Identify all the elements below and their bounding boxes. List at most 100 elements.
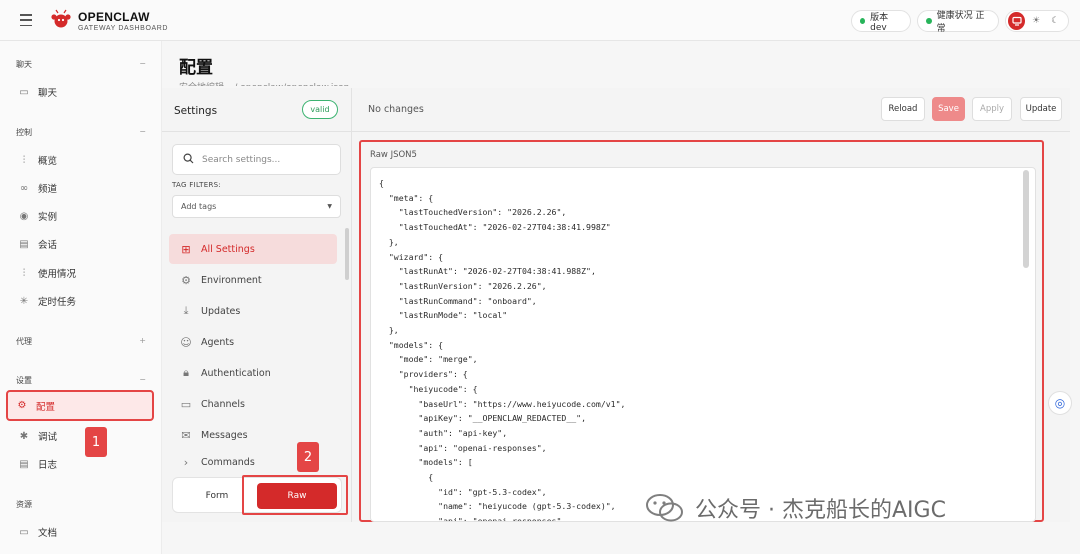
bug-icon: ✱	[19, 430, 29, 442]
section-title: 设置	[16, 376, 32, 385]
watermark-text: 公众号 · 杰克船长的AIGC	[695, 498, 946, 523]
settings-panel: Settings valid Search settings... TAG FI…	[162, 88, 352, 522]
collapse-toggle[interactable]: −	[139, 375, 146, 386]
section-agents[interactable]: ☺ Agents	[169, 327, 337, 357]
sidebar-item-label: 概览	[38, 156, 58, 167]
caret-down-icon: ▼	[327, 203, 332, 210]
section-chat: 聊天 −	[16, 59, 146, 70]
section-title: 代理	[16, 337, 32, 346]
section-label: Messages	[201, 429, 248, 441]
watermark: 公众号 · 杰克船长的AIGC	[645, 492, 946, 524]
assistant-float-icon[interactable]: ◎	[1048, 391, 1072, 415]
section-all-settings[interactable]: ⊞ All Settings	[169, 234, 337, 264]
expand-toggle[interactable]: +	[139, 336, 146, 347]
lock-icon: 🔒︎	[183, 366, 189, 379]
brand-subtitle: GATEWAY DASHBOARD	[78, 25, 169, 32]
bot-icon: ☺	[180, 335, 192, 349]
sidebar-item-instances[interactable]: ◉ 实例	[10, 203, 152, 229]
collapse-toggle[interactable]: −	[139, 127, 146, 138]
sections-scrollbar[interactable]	[345, 228, 349, 280]
chat-bubble-icon: ▭	[180, 397, 192, 411]
gear-icon: ⚙	[17, 400, 27, 411]
sidebar-item-label: 使用情况	[38, 269, 77, 280]
tag-select[interactable]: Add tags ▼	[172, 195, 341, 218]
sidebar-item-docs[interactable]: ▭ 文档	[10, 519, 152, 545]
save-button[interactable]: Save	[932, 97, 965, 121]
link-icon: ∞	[19, 182, 29, 194]
health-label: 健康状况 正常	[936, 11, 985, 34]
sidebar-item-debug[interactable]: ✱ 调试	[10, 423, 152, 449]
section-control: 控制 −	[16, 127, 146, 138]
mail-icon: ✉	[181, 428, 191, 442]
bar-chart-icon: ⫶	[22, 267, 26, 279]
sidebar-item-label: 聊天	[38, 88, 58, 99]
menu-icon[interactable]	[18, 12, 34, 28]
section-title: 资源	[16, 500, 32, 509]
document-icon: ▤	[19, 238, 29, 250]
raw-json-editor[interactable]: { "meta": { "lastTouchedVersion": "2026.…	[370, 167, 1036, 522]
sidebar-item-overview[interactable]: ⫶ 概览	[10, 147, 152, 173]
settings-header: Settings valid	[162, 88, 352, 132]
moon-icon[interactable]: ☾	[1047, 12, 1064, 30]
monitor-icon[interactable]	[1008, 12, 1026, 30]
sidebar-item-sessions[interactable]: ▤ 会话	[10, 231, 152, 257]
reload-button[interactable]: Reload	[881, 97, 925, 121]
apply-button[interactable]: Apply	[972, 97, 1012, 121]
sidebar-item-cron[interactable]: ✳ 定时任务	[10, 288, 152, 314]
settings-search-input[interactable]: Search settings...	[172, 144, 341, 175]
grid-icon: ⊞	[181, 242, 191, 256]
sidebar-item-logs[interactable]: ▤ 日志	[10, 451, 152, 477]
collapse-toggle[interactable]: −	[139, 59, 146, 70]
section-channels[interactable]: ▭ Channels	[169, 389, 337, 419]
section-environment[interactable]: ⚙ Environment	[169, 265, 337, 295]
page-title: 配置	[179, 58, 213, 78]
section-label: All Settings	[201, 243, 255, 255]
section-title: 控制	[16, 128, 32, 137]
sidebar-item-label: 频道	[38, 184, 58, 195]
log-icon: ▤	[19, 458, 29, 470]
sidebar-item-label: 实例	[38, 212, 58, 223]
sun-icon[interactable]: ☀	[1027, 12, 1044, 30]
status-dot-icon	[860, 18, 866, 24]
download-icon: ⤓	[183, 304, 189, 317]
code-content: { "meta": { "lastTouchedVersion": "2026.…	[379, 178, 626, 522]
tag-select-value: Add tags	[181, 202, 217, 211]
section-title: 聊天	[16, 60, 32, 69]
form-mode-button[interactable]: Form	[183, 486, 251, 506]
bar-chart-icon: ⫶	[22, 154, 26, 166]
section-resources: 资源	[16, 499, 146, 510]
version-pill: 版本 dev	[851, 10, 911, 33]
action-bar: No changes Reload Save Apply Update	[352, 88, 1070, 132]
sidebar-item-label: 配置	[36, 401, 56, 413]
sidebar-item-config[interactable]: ⚙ 配置	[6, 390, 154, 421]
section-settings: 设置 −	[16, 375, 146, 386]
sidebar-item-usage[interactable]: ⫶ 使用情况	[10, 260, 152, 286]
section-agents: 代理 +	[16, 336, 146, 347]
broadcast-icon: ◉	[19, 210, 29, 222]
top-bar: OPENCLAW GATEWAY DASHBOARD 版本 dev 健康状况 正…	[0, 0, 1080, 41]
chat-bubble-icon: ▭	[19, 86, 29, 98]
health-pill: 健康状况 正常	[917, 10, 999, 34]
sidebar-item-label: 调试	[38, 432, 58, 443]
sidebar-item-chat[interactable]: ▭ 聊天	[10, 79, 152, 105]
editor-scrollbar[interactable]	[1023, 170, 1029, 268]
gear-icon: ⚙	[181, 273, 191, 287]
sidebar-item-channels[interactable]: ∞ 频道	[10, 175, 152, 201]
tag-filters-label: TAG FILTERS:	[172, 181, 222, 189]
update-button[interactable]: Update	[1020, 97, 1062, 121]
lobster-logo-icon	[51, 9, 71, 28]
search-placeholder: Search settings...	[202, 154, 281, 165]
sidebar-item-label: 日志	[38, 460, 58, 471]
loader-icon: ✳	[19, 295, 29, 307]
valid-badge: valid	[302, 100, 338, 119]
raw-json-highlight: Raw JSON5 { "meta": { "lastTouchedVersio…	[359, 140, 1044, 522]
section-authentication[interactable]: 🔒︎ Authentication	[169, 358, 337, 388]
section-label: Agents	[201, 336, 235, 348]
sidebar-item-label: 会话	[38, 240, 58, 251]
settings-title: Settings	[174, 105, 218, 117]
page-subtitle: 安全地编辑 ~/.openclaw/openclaw.json	[179, 80, 349, 86]
section-label: Commands	[201, 456, 255, 468]
raw-button-highlight	[242, 475, 348, 515]
section-updates[interactable]: ⤓ Updates	[169, 296, 337, 326]
version-label: 版本 dev	[870, 12, 889, 33]
